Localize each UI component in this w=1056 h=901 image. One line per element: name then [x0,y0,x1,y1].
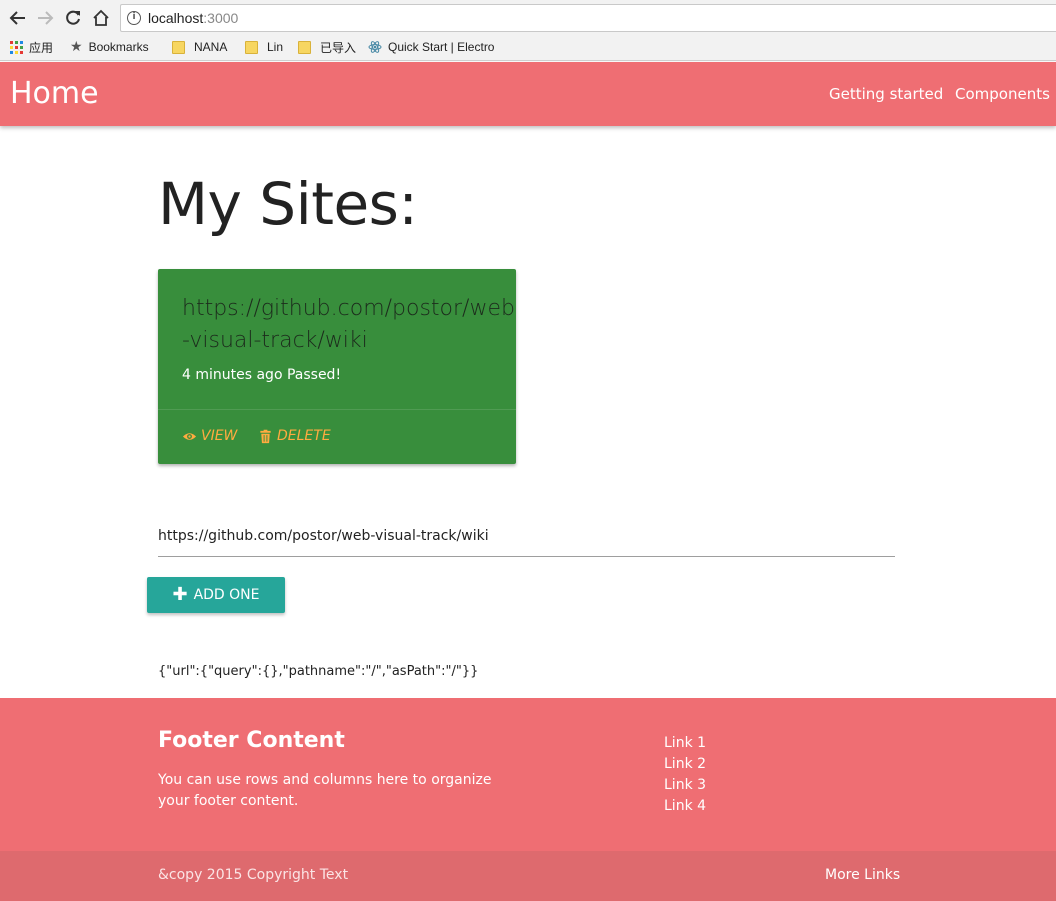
trash-icon [260,429,271,443]
footer-title: Footer Content [158,728,345,753]
brand-home-link[interactable]: Home [10,76,99,111]
reload-icon[interactable] [63,8,83,28]
browser-toolbar: i localhost:3000 [0,0,1056,35]
footer-copyright-bar: &copy 2015 Copyright Text More Links [0,851,1056,901]
bookmark-lin[interactable]: Lin [245,39,283,55]
bookmark-label: 应用 [29,40,54,55]
browser-chrome: i localhost:3000 应用 ★ Bookmarks NANA Lin [0,0,1056,61]
address-url: localhost:3000 [148,10,238,26]
electron-icon [368,41,382,53]
view-button-label: VIEW [201,428,238,444]
back-arrow-icon[interactable] [8,8,28,28]
plus-icon: ✚ [172,584,188,605]
eye-icon [182,432,197,440]
bookmark-label: 已导入 [320,40,357,55]
copyright-text: &copy 2015 Copyright Text [158,867,349,883]
bookmark-label: NANA [194,40,228,54]
address-bar[interactable]: i localhost:3000 [120,4,1056,32]
bookmark-label: Bookmarks [88,40,149,54]
bookmark-apps[interactable]: 应用 [10,39,53,55]
footer-links: Link 1 Link 2 Link 3 Link 4 [664,733,706,817]
star-icon: ★ [70,39,83,55]
bookmark-imported[interactable]: 已导入 [298,39,356,55]
folder-icon [245,40,258,54]
url-port: :3000 [203,10,239,26]
add-one-button-label: ADD ONE [193,587,260,603]
add-one-button[interactable]: ✚ ADD ONE [147,577,285,613]
apps-grid-icon [10,40,23,54]
nav-link-components[interactable]: Components [955,85,1050,103]
footer-text: You can use rows and columns here to org… [158,772,492,809]
site-card: https://github.com/postor/web-visual-tra… [158,269,516,464]
view-button[interactable]: VIEW [182,428,237,444]
forward-arrow-icon[interactable] [35,8,55,28]
footer-link-2[interactable]: Link 2 [664,754,706,775]
bookmarks-bar: 应用 ★ Bookmarks NANA Lin 已导入 Quick Start … [0,36,1056,58]
site-url-input[interactable] [158,515,895,557]
bookmark-label: Lin [267,40,284,54]
bookmark-bookmarks[interactable]: ★ Bookmarks [70,39,149,55]
more-links-link[interactable]: More Links [825,867,900,883]
folder-icon [172,40,185,54]
home-icon[interactable] [91,8,111,28]
info-icon[interactable]: i [127,11,141,25]
delete-button[interactable]: DELETE [258,428,331,444]
folder-icon [298,40,311,54]
card-divider [158,409,516,410]
app-navbar: Home Getting started Components [0,62,1056,126]
url-host: localhost [148,10,204,26]
site-card-status: 4 minutes ago Passed! [182,367,342,383]
bookmark-nana[interactable]: NANA [172,39,227,55]
footer-link-3[interactable]: Link 3 [664,775,706,796]
footer-link-4[interactable]: Link 4 [664,796,706,817]
bookmark-label: Quick Start | Electro [388,40,495,54]
nav-link-getting-started[interactable]: Getting started [829,85,943,103]
page-title: My Sites: [158,170,418,238]
bookmark-quick-start[interactable]: Quick Start | Electro [368,39,504,55]
site-card-title: https://github.com/postor/web-visual-tra… [182,296,515,353]
footer-link-1[interactable]: Link 1 [664,733,706,754]
delete-button-label: DELETE [277,428,331,444]
router-json-text: {"url":{"query":{},"pathname":"/","asPat… [158,664,479,679]
page-footer: Footer Content You can use rows and colu… [0,698,1056,851]
